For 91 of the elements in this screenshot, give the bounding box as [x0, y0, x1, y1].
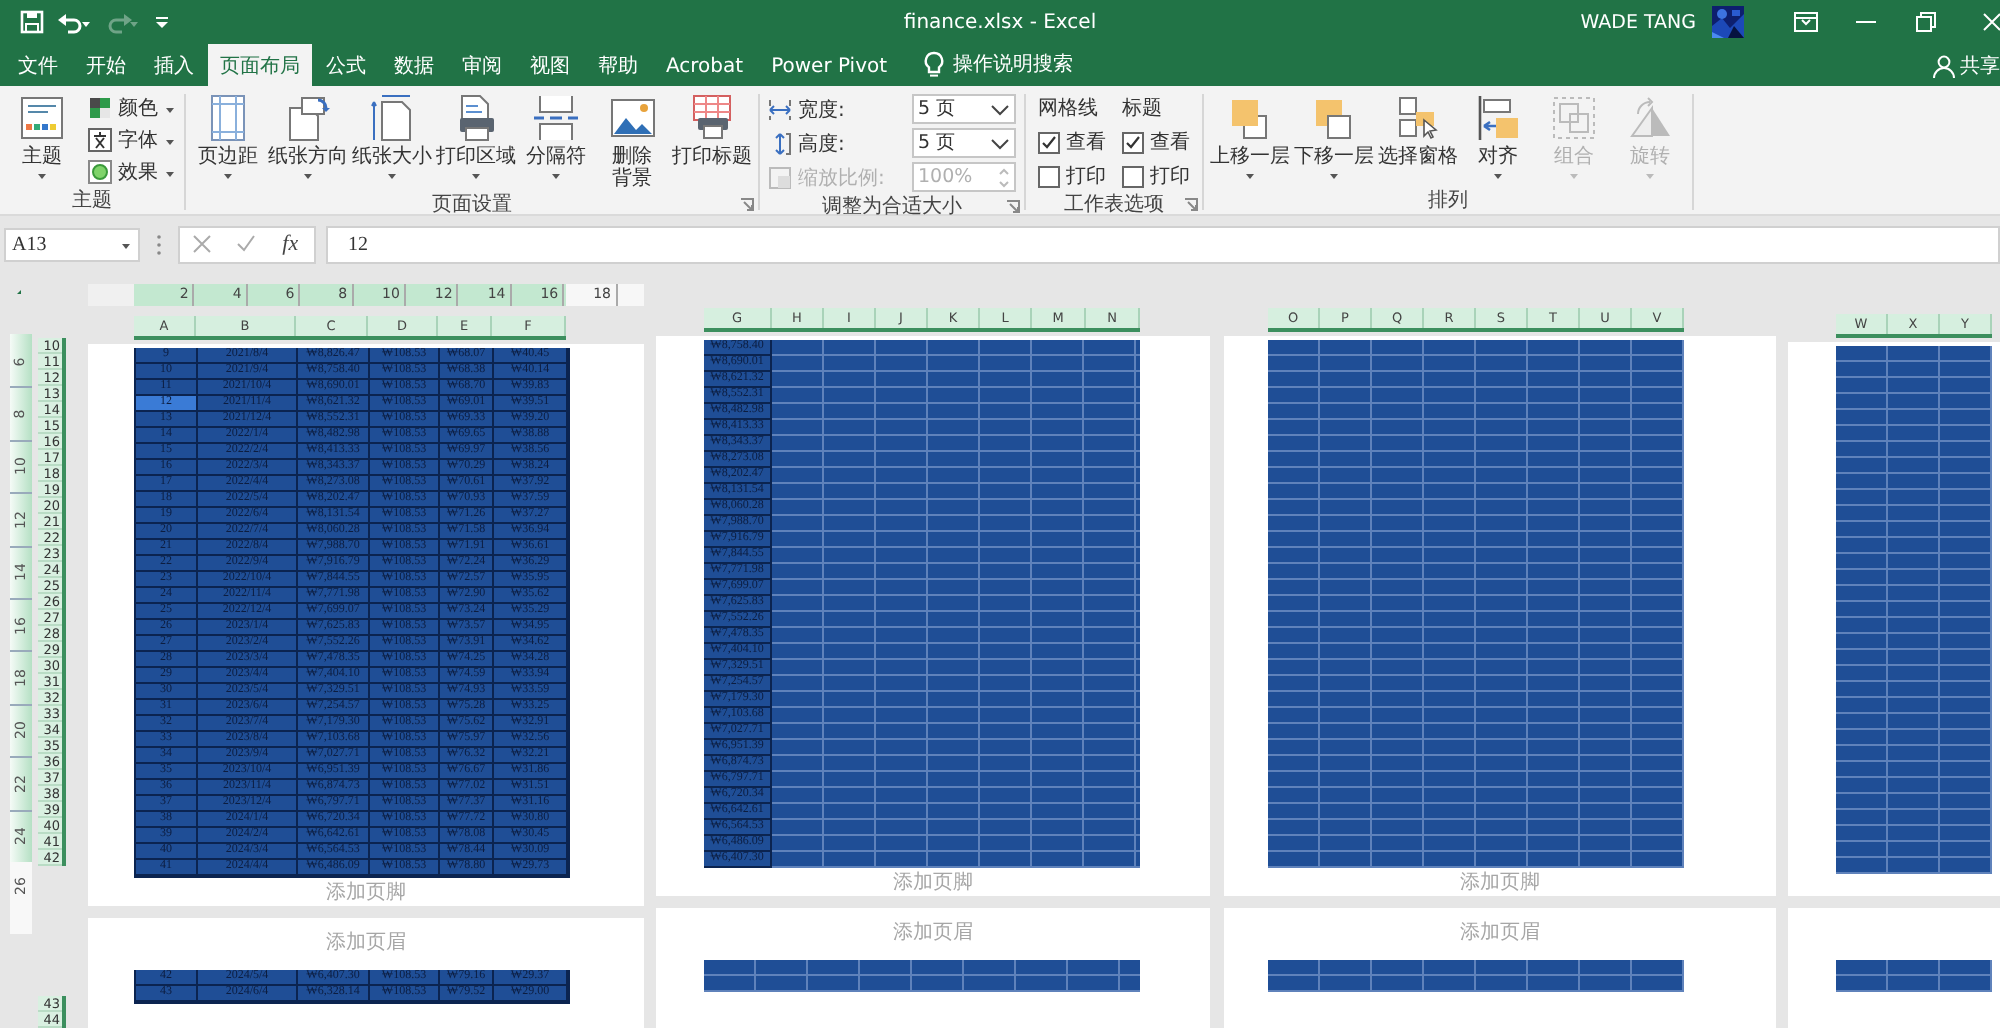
lightbulb-icon[interactable] — [921, 50, 946, 78]
scale-icon — [768, 165, 792, 189]
rotate-icon — [1626, 94, 1674, 142]
ribbon-tab[interactable]: 插入 — [140, 46, 208, 86]
printer-table-icon — [688, 94, 736, 142]
footer-placeholder[interactable]: 添加页脚 — [326, 878, 406, 906]
ribbon-button[interactable]: 选择窗格 — [1376, 94, 1460, 168]
name-box[interactable]: A13 — [4, 227, 140, 261]
page-size-icon — [368, 94, 416, 142]
ribbon-tab[interactable]: 帮助 — [584, 46, 652, 86]
option-heading: 网格线 — [1038, 95, 1100, 122]
ribbon-tab[interactable]: 审阅 — [448, 46, 516, 86]
shapes-pane-icon — [1394, 94, 1442, 142]
ribbon-tab[interactable]: 公式 — [312, 46, 380, 86]
dropdown-field[interactable]: 5 页 — [912, 94, 1016, 124]
ribbon-button[interactable]: 字体 — [84, 126, 180, 154]
theme-icon — [18, 94, 66, 142]
group-label: 页面设置 — [432, 191, 512, 218]
field-label: 高度: — [798, 131, 847, 157]
chevron-down-icon — [990, 103, 1010, 115]
ribbon-button[interactable]: 上移一层 — [1208, 94, 1292, 180]
checkbox-label: 查看 — [1066, 129, 1106, 156]
group-label: 排列 — [1428, 187, 1468, 214]
footer-placeholder[interactable]: 添加页脚 — [893, 868, 973, 896]
footer-placeholder[interactable]: 添加页脚 — [1460, 868, 1540, 896]
group-label: 调整为合适大小 — [822, 193, 962, 220]
ribbon-tab[interactable]: Power Pivot — [757, 46, 902, 86]
ribbon-button[interactable]: 主题 — [4, 94, 80, 180]
ribbon-tab[interactable]: 页面布局 — [208, 44, 312, 86]
formula-field[interactable]: 12 — [326, 225, 2000, 263]
field-label: 宽度: — [798, 97, 847, 123]
insert-function-button[interactable]: fx — [278, 232, 303, 256]
ribbon-button[interactable]: 颜色 — [84, 94, 180, 122]
checkbox-label: 查看 — [1150, 129, 1190, 156]
landscape-image-icon — [608, 94, 656, 142]
spin-arrows-icon — [998, 165, 1010, 189]
header-placeholder[interactable]: 添加页眉 — [893, 918, 973, 946]
ribbon-button[interactable]: 纸张方向 — [266, 94, 350, 180]
undo-icon[interactable] — [56, 10, 92, 34]
ribbon-button[interactable]: 对齐 — [1460, 94, 1536, 180]
dialog-launcher-icon[interactable] — [1184, 197, 1198, 211]
page-break-icon — [532, 94, 580, 142]
option-heading: 标题 — [1122, 95, 1164, 122]
header-placeholder[interactable]: 添加页眉 — [1460, 918, 1540, 946]
ribbon-tab[interactable]: 视图 — [516, 46, 584, 86]
share-button[interactable]: 共享 — [1924, 46, 2000, 86]
checkbox[interactable] — [1038, 131, 1060, 153]
checkbox-label: 打印 — [1150, 163, 1190, 190]
ribbon-button[interactable]: 打印标题 — [670, 94, 754, 168]
font-icon — [88, 128, 112, 152]
checkbox[interactable] — [1038, 165, 1060, 187]
field-label: 缩放比例: — [798, 165, 887, 191]
customize-icon[interactable] — [152, 12, 172, 32]
chevron-down-icon — [990, 137, 1010, 149]
ribbon-button[interactable]: 效果 — [84, 158, 180, 186]
color-swatch-icon — [88, 96, 112, 120]
window-title: finance.xlsx - Excel — [903, 11, 1097, 33]
checkbox[interactable] — [1122, 131, 1144, 153]
group-icon — [1550, 94, 1598, 142]
page-rotate-icon — [284, 94, 332, 142]
ribbon-display-icon[interactable] — [1792, 10, 1820, 34]
user-name[interactable]: WADE TANG — [1580, 11, 1696, 33]
effects-icon — [88, 160, 112, 184]
ribbon-tab[interactable]: 开始 — [72, 46, 140, 86]
dropdown-field[interactable]: 5 页 — [912, 128, 1016, 158]
save-icon[interactable] — [20, 10, 44, 34]
restore-icon[interactable] — [1912, 10, 1940, 34]
ribbon-tab[interactable]: 数据 — [380, 46, 448, 86]
header-placeholder[interactable]: 添加页眉 — [326, 928, 406, 956]
person-icon — [1932, 54, 1956, 78]
group-label: 主题 — [72, 187, 112, 214]
checkbox-label: 打印 — [1066, 163, 1106, 190]
close-icon[interactable] — [1980, 10, 2000, 34]
align-icon — [1474, 94, 1522, 142]
width-icon — [768, 97, 792, 121]
ribbon-button[interactable]: 下移一层 — [1292, 94, 1376, 180]
ribbon-tab[interactable]: 文件 — [4, 46, 72, 86]
ribbon-button[interactable]: 打印区域 — [434, 94, 518, 180]
caret-icon — [120, 242, 132, 250]
checkbox[interactable] — [1122, 165, 1144, 187]
group-label: 工作表选项 — [1064, 191, 1164, 218]
tell-me-search[interactable]: 操作说明搜索 — [953, 46, 1074, 86]
ribbon-tab[interactable]: Acrobat — [652, 46, 758, 86]
ribbon-button[interactable]: 分隔符 — [518, 94, 594, 180]
dialog-launcher-icon[interactable] — [740, 197, 754, 211]
grip-dots-icon — [156, 233, 162, 255]
ribbon-button[interactable]: 页边距 — [190, 94, 266, 180]
dialog-launcher-icon[interactable] — [1006, 199, 1020, 213]
ribbon-button[interactable]: 删除 背景 — [594, 94, 670, 190]
redo-icon — [104, 10, 140, 34]
ribbon-button[interactable]: 纸张大小 — [350, 94, 434, 180]
